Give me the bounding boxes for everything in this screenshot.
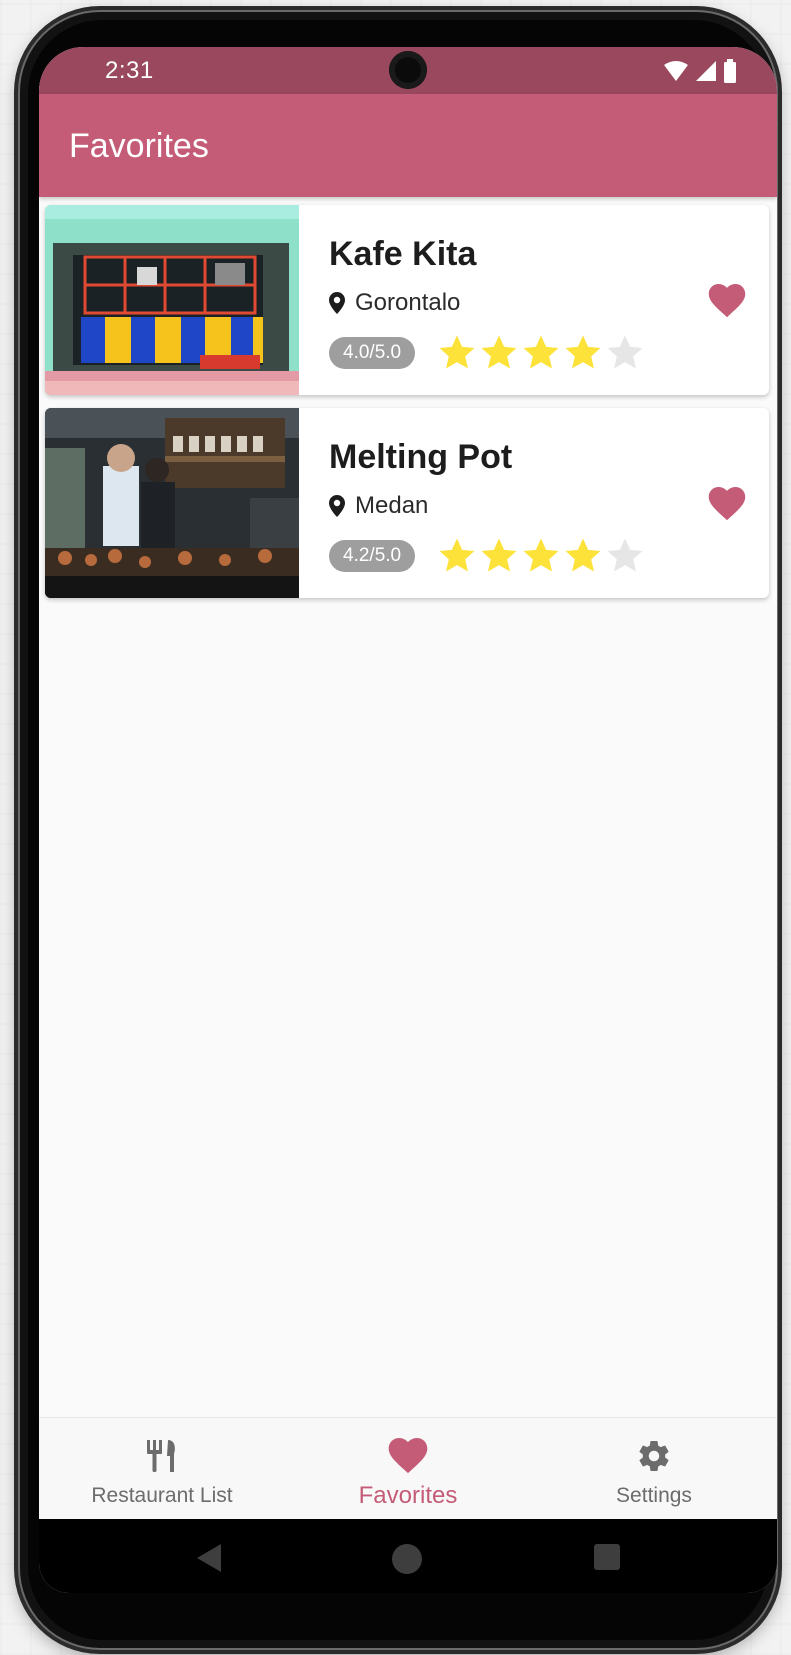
status-bar: 2:31 (39, 47, 777, 94)
restaurant-city: Medan (355, 492, 429, 519)
system-navigation-bar (39, 1519, 777, 1593)
star-filled-icon (523, 335, 559, 369)
star-filled-icon (523, 538, 559, 572)
back-icon[interactable] (195, 1543, 223, 1573)
star-filled-icon (439, 335, 475, 369)
page-title: Favorites (69, 127, 209, 165)
status-icons (663, 59, 737, 83)
recents-icon[interactable] (593, 1543, 621, 1571)
signal-icon (696, 61, 716, 81)
favorite-button[interactable] (707, 281, 747, 321)
restaurant-card[interactable]: Melting Pot Medan 4.2/5.0 (45, 408, 769, 598)
star-filled-icon (565, 538, 601, 572)
heart-icon (708, 487, 746, 521)
battery-icon (724, 59, 736, 83)
nav-label-favorites: Favorites (358, 1482, 458, 1509)
favorites-list: Kafe Kita Gorontalo 4.0/5.0 Melting Pot … (45, 205, 769, 611)
restaurant-photo-art (45, 408, 299, 598)
rating-badge: 4.2/5.0 (329, 540, 416, 572)
app-bar: Favorites (39, 94, 777, 197)
restaurant-city: Gorontalo (355, 289, 461, 316)
restaurant-photo-art (45, 205, 299, 395)
nav-label-restaurant-list: Restaurant List (91, 1484, 233, 1507)
favorite-button[interactable] (707, 484, 747, 524)
restaurant-location: Gorontalo (329, 289, 460, 317)
status-time: 2:31 (105, 57, 154, 84)
rating-stars (437, 333, 645, 373)
home-icon[interactable] (391, 1543, 423, 1575)
restaurant-card[interactable]: Kafe Kita Gorontalo 4.0/5.0 (45, 205, 769, 395)
rating-stars (437, 536, 645, 576)
star-empty-icon (607, 335, 643, 369)
star-filled-icon (439, 538, 475, 572)
restaurant-name: Kafe Kita (329, 235, 477, 273)
rating-row: 4.0/5.0 (329, 333, 645, 373)
heart-icon (386, 1436, 430, 1476)
restaurant-name: Melting Pot (329, 438, 513, 476)
star-filled-icon (481, 538, 517, 572)
wifi-icon (664, 61, 688, 81)
rating-row: 4.2/5.0 (329, 536, 645, 576)
phone-screen: 2:31 Favorites Kafe Kita Gorontalo 4.0/5… (39, 47, 777, 1593)
restaurant-photo (45, 408, 299, 598)
heart-icon (708, 284, 746, 318)
star-filled-icon (565, 335, 601, 369)
location-pin-icon (329, 495, 345, 517)
restaurant-location: Medan (329, 492, 428, 520)
nav-item-favorites[interactable]: Favorites (285, 1418, 531, 1520)
location-pin-icon (329, 292, 345, 314)
nav-item-settings[interactable]: Settings (531, 1418, 777, 1520)
bottom-navigation: Restaurant List Favorites Settings (39, 1417, 777, 1520)
restaurant-icon (140, 1436, 184, 1476)
star-empty-icon (607, 538, 643, 572)
rating-badge: 4.0/5.0 (329, 337, 416, 369)
restaurant-info: Kafe Kita Gorontalo 4.0/5.0 (329, 205, 699, 395)
star-filled-icon (481, 335, 517, 369)
nav-label-settings: Settings (616, 1484, 692, 1507)
gear-icon (632, 1436, 676, 1476)
front-camera (389, 51, 427, 89)
nav-item-restaurant-list[interactable]: Restaurant List (39, 1418, 285, 1520)
restaurant-photo (45, 205, 299, 395)
restaurant-info: Melting Pot Medan 4.2/5.0 (329, 408, 699, 598)
